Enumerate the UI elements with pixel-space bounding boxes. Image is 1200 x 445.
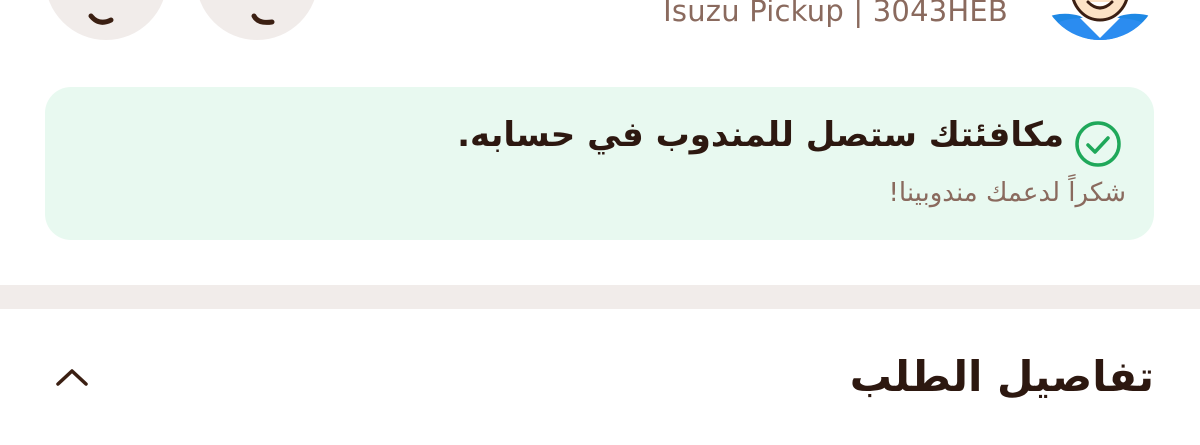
section-divider [0, 285, 1200, 309]
phone-icon [88, 13, 114, 25]
reward-notice-subtitle: شكراً لدعمك مندوبينا! [888, 178, 1126, 208]
call-driver-button[interactable] [45, 0, 167, 40]
chat-icon [251, 13, 275, 25]
order-details-title: تفاصيل الطلب [849, 352, 1154, 401]
driver-avatar[interactable] [1040, 0, 1160, 40]
reward-notice-title: مكافئتك ستصل للمندوب في حسابه. [457, 115, 1064, 155]
vehicle-info: Isuzu Pickup | 3043HEB [663, 0, 1008, 28]
reward-notice-card: مكافئتك ستصل للمندوب في حسابه. شكراً لدع… [45, 87, 1154, 240]
chat-driver-button[interactable] [196, 0, 318, 40]
chevron-up-icon[interactable] [52, 362, 92, 394]
check-circle-icon [1075, 121, 1121, 167]
driver-avatar-icon [1040, 0, 1160, 40]
